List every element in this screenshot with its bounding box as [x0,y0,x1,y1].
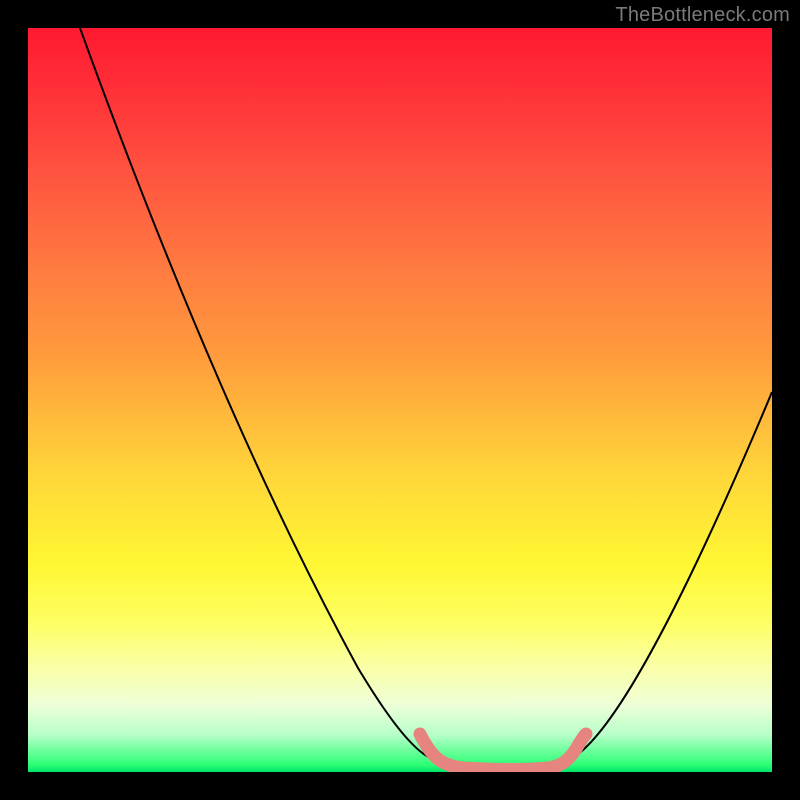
curve-layer [28,28,772,772]
chart-stage: TheBottleneck.com [0,0,800,800]
black-left-curve [80,28,438,761]
pink-trough [420,734,586,770]
black-right-curve [574,392,772,757]
plot-area [28,28,772,772]
watermark-text: TheBottleneck.com [615,4,790,27]
